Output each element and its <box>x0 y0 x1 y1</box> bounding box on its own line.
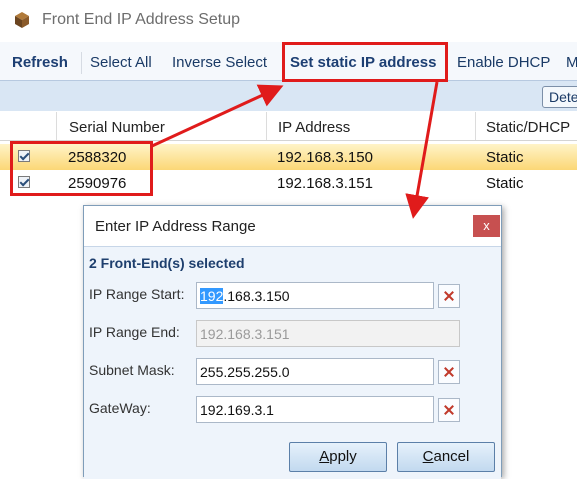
more-toolbar-button[interactable]: M <box>566 54 577 71</box>
clear-x-icon[interactable] <box>438 398 460 422</box>
ip-cell: 192.168.3.150 <box>277 149 373 166</box>
range-start-input[interactable]: 192.168.3.150 <box>196 282 434 309</box>
gateway-input[interactable]: 192.169.3.1 <box>196 396 434 423</box>
range-end-input: 192.168.3.151 <box>196 320 460 347</box>
column-header-serial[interactable]: Serial Number <box>69 119 165 136</box>
enable-dhcp-button[interactable]: Enable DHCP <box>457 54 550 71</box>
column-divider <box>56 112 57 140</box>
window-title-bar: Front End IP Address Setup <box>0 0 577 40</box>
button-label: ancel <box>433 448 470 465</box>
filter-strip <box>0 80 577 111</box>
clear-x-icon[interactable] <box>438 284 460 308</box>
mnemonic: A <box>319 448 330 465</box>
select-all-button[interactable]: Select All <box>90 54 152 71</box>
highlight-box-selected-rows <box>10 141 153 196</box>
detect-button[interactable]: Dete <box>542 86 577 108</box>
subnet-mask-input[interactable]: 255.255.255.0 <box>196 358 434 385</box>
range-end-label: IP Range End: <box>89 324 180 340</box>
button-label: pply <box>329 448 357 465</box>
apply-button[interactable]: Apply <box>289 442 387 472</box>
mnemonic: C <box>422 448 434 465</box>
refresh-button[interactable]: Refresh <box>12 54 68 71</box>
highlight-box-static-button <box>282 42 448 82</box>
grid-header: Serial Number IP Address Static/DHCP <box>0 112 577 141</box>
column-header-ip[interactable]: IP Address <box>278 119 350 136</box>
column-divider <box>266 112 267 140</box>
mode-cell: Static <box>486 149 524 166</box>
toolbar-divider <box>81 52 82 74</box>
gateway-label: GateWay: <box>89 400 151 416</box>
subnet-mask-label: Subnet Mask: <box>89 362 175 378</box>
dialog-title-bar: Enter IP Address Range x <box>84 206 501 246</box>
dialog-title: Enter IP Address Range <box>95 218 256 235</box>
ip-cell: 192.168.3.151 <box>277 175 373 192</box>
cancel-button[interactable]: Cancel <box>397 442 495 472</box>
input-text: .168.3.150 <box>223 288 290 304</box>
clear-x-icon[interactable] <box>438 360 460 384</box>
range-start-label: IP Range Start: <box>89 286 185 302</box>
close-button[interactable]: x <box>473 215 500 237</box>
window-title: Front End IP Address Setup <box>42 11 241 28</box>
ip-range-dialog: Enter IP Address Range x 2 Front-End(s) … <box>83 205 502 479</box>
mode-cell: Static <box>486 175 524 192</box>
app-box-icon <box>15 12 29 28</box>
selection-summary: 2 Front-End(s) selected <box>89 255 245 271</box>
selected-text: 192 <box>200 288 224 304</box>
column-divider <box>475 112 476 140</box>
inverse-select-button[interactable]: Inverse Select <box>172 54 267 71</box>
column-header-mode[interactable]: Static/DHCP <box>486 119 570 136</box>
